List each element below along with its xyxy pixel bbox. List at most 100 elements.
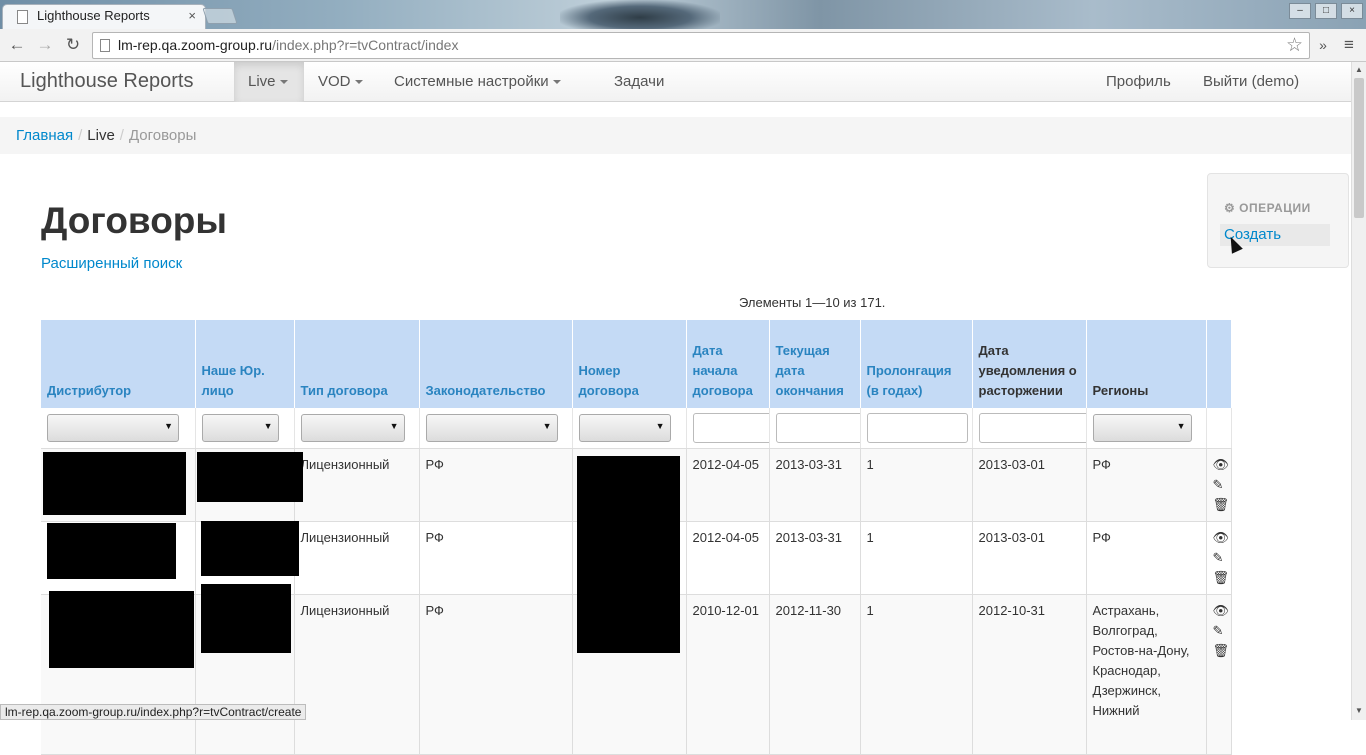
caret-down-icon (279, 80, 288, 85)
cell-notice-date: 2013-03-01 (972, 521, 1087, 595)
column-header-end-date[interactable]: Текущая дата окончания (769, 320, 861, 408)
edit-pencil-icon[interactable]: ✎ (1213, 475, 1225, 495)
operations-panel: ⚙ ОПЕРАЦИИ Создать (1207, 173, 1349, 268)
reload-icon[interactable]: ↻ (62, 34, 84, 56)
column-header-our-entity[interactable]: Наше Юр. лицо (195, 320, 295, 408)
cell-regions: РФ (1086, 448, 1207, 522)
tab-title: Lighthouse Reports (37, 8, 150, 23)
cell-prolongation: 1 (860, 521, 973, 595)
address-bar[interactable]: lm-rep.qa.zoom-group.ru/index.php?r=tvCo… (92, 32, 1310, 59)
nav-logout-label: Выйти (demo) (1203, 73, 1300, 90)
breadcrumb-home[interactable]: Главная (16, 127, 73, 144)
column-header-distributor[interactable]: Дистрибутор (41, 320, 196, 408)
delete-trash-icon[interactable]: 🗑 (1213, 495, 1230, 515)
delete-trash-icon[interactable]: 🗑 (1213, 641, 1230, 661)
browser-tab-bar: Lighthouse Reports × – □ × (0, 0, 1366, 29)
forward-arrow-icon[interactable]: → (34, 34, 56, 56)
filter-prolongation-input[interactable] (866, 412, 968, 443)
column-header-regions: Регионы (1086, 320, 1207, 408)
scroll-up-icon[interactable]: ▲ (1355, 65, 1363, 74)
filter-number-select[interactable] (578, 413, 671, 442)
column-header-contract-type[interactable]: Тип договора (294, 320, 420, 408)
filter-cell (294, 408, 420, 449)
filter-notice-date-input[interactable] (978, 412, 1091, 443)
close-window-icon[interactable]: × (1341, 3, 1363, 19)
filter-cell (419, 408, 573, 449)
filter-type-select[interactable] (300, 413, 405, 442)
minimize-icon[interactable]: – (1289, 3, 1311, 19)
filter-entity-select[interactable] (201, 413, 279, 442)
nav-live[interactable]: Live (234, 62, 304, 102)
cell-legislation: РФ (419, 594, 573, 755)
filter-start-date-input[interactable] (692, 412, 775, 443)
new-tab-button[interactable] (202, 8, 238, 24)
redacted-block (47, 523, 176, 579)
cell-start-date: 2010-12-01 (686, 594, 770, 755)
nav-tasks[interactable]: Задачи (600, 62, 678, 102)
page-icon (17, 10, 28, 24)
nav-profile[interactable]: Профиль (1092, 62, 1185, 102)
scroll-down-icon[interactable]: ▼ (1355, 706, 1363, 715)
nav-vod[interactable]: VOD (304, 62, 377, 102)
breadcrumb-section[interactable]: Live (87, 127, 115, 144)
redacted-block (577, 456, 680, 653)
close-tab-icon[interactable]: × (188, 5, 196, 27)
vertical-scrollbar[interactable]: ▲ ▼ (1351, 62, 1366, 720)
filter-cell (572, 408, 687, 449)
redacted-block (201, 584, 291, 653)
scrollbar-thumb[interactable] (1354, 78, 1364, 218)
browser-tab[interactable]: Lighthouse Reports × (2, 4, 206, 29)
edit-pencil-icon[interactable]: ✎ (1213, 548, 1225, 568)
cell-end-date: 2013-03-31 (769, 448, 861, 522)
nav-live-label: Live (248, 73, 276, 90)
caret-down-icon (354, 80, 363, 85)
cell-actions: 👁 ✎ 🗑 (1206, 594, 1232, 755)
filter-legislation-select[interactable] (425, 413, 558, 442)
filter-cell (860, 408, 973, 449)
nav-system-settings[interactable]: Системные настройки (380, 62, 575, 102)
page-icon (100, 39, 110, 52)
cell-contract-type: Лицензионный (294, 594, 420, 755)
cell-end-date: 2013-03-31 (769, 521, 861, 595)
filter-cell (769, 408, 865, 449)
maximize-icon[interactable]: □ (1315, 3, 1337, 19)
view-eye-icon[interactable]: 👁 (1213, 601, 1230, 621)
brand-logo[interactable]: Lighthouse Reports (20, 70, 193, 93)
redacted-block (49, 591, 194, 668)
operations-heading: ⚙ ОПЕРАЦИИ (1224, 201, 1311, 215)
breadcrumb: Главная / Live / Договоры (0, 117, 1351, 154)
cell-start-date: 2012-04-05 (686, 521, 770, 595)
cell-prolongation: 1 (860, 594, 973, 755)
delete-trash-icon[interactable]: 🗑 (1213, 568, 1230, 588)
nav-profile-label: Профиль (1106, 73, 1171, 90)
column-header-actions (1206, 320, 1232, 408)
back-arrow-icon[interactable]: ← (6, 34, 28, 56)
nav-logout[interactable]: Выйти (demo) (1189, 62, 1313, 102)
filter-distributor-select[interactable] (47, 413, 179, 442)
redacted-block (43, 452, 186, 515)
column-header-start-date[interactable]: Дата начала договора (686, 320, 770, 408)
items-summary: Элементы 1—10 из 171. (739, 295, 886, 310)
cell-contract-type: Лицензионный (294, 521, 420, 595)
breadcrumb-separator: / (119, 127, 124, 144)
url-host: lm-rep.qa.zoom-group.ru (118, 37, 273, 53)
filter-regions-select[interactable] (1092, 413, 1192, 442)
column-header-legislation[interactable]: Законодательство (419, 320, 573, 408)
filter-cell (686, 408, 775, 449)
url-path: /index.php?r=tvContract/index (272, 37, 459, 53)
filter-end-date-input[interactable] (775, 412, 865, 443)
page-title: Договоры (41, 200, 227, 241)
extensions-chevron-icon[interactable]: » (1312, 34, 1334, 56)
bookmark-star-icon[interactable]: ☆ (1286, 33, 1303, 58)
edit-pencil-icon[interactable]: ✎ (1213, 621, 1225, 641)
column-header-prolongation[interactable]: Пролонгация (в годах) (860, 320, 973, 408)
gear-icon: ⚙ (1224, 201, 1236, 215)
view-eye-icon[interactable]: 👁 (1213, 455, 1230, 475)
cell-notice-date: 2012-10-31 (972, 594, 1087, 755)
advanced-search-link[interactable]: Расширенный поиск (41, 255, 182, 272)
column-header-contract-number[interactable]: Номер договора (572, 320, 687, 408)
menu-icon[interactable]: ≡ (1338, 34, 1360, 56)
cell-end-date: 2012-11-30 (769, 594, 861, 755)
breadcrumb-separator: / (78, 127, 83, 144)
view-eye-icon[interactable]: 👁 (1213, 528, 1230, 548)
